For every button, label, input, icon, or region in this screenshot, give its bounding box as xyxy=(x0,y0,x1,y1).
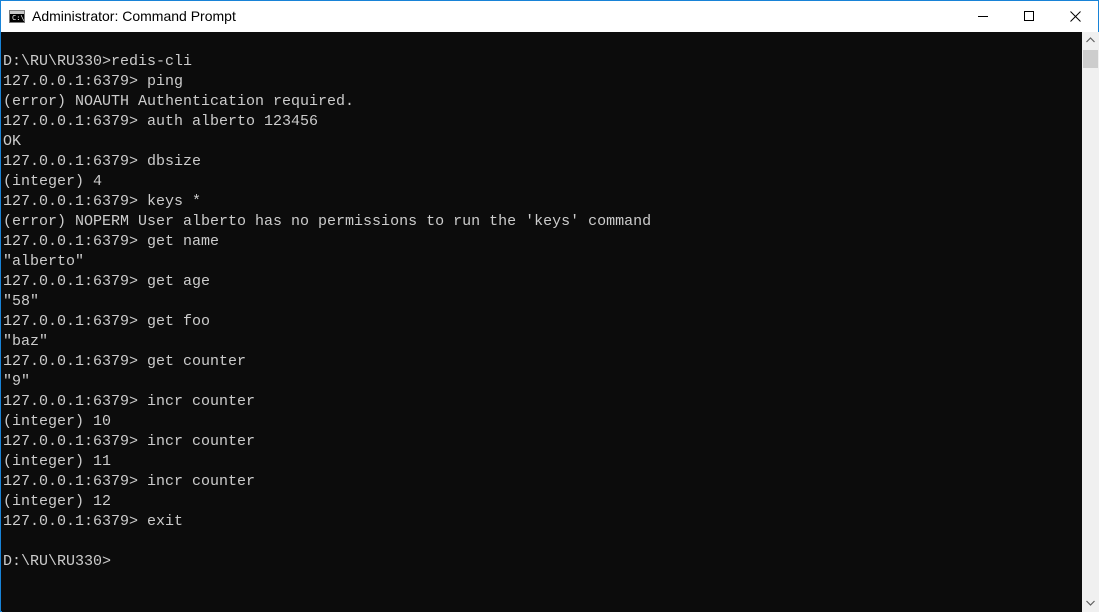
console-line: 127.0.0.1:6379> get name xyxy=(3,233,220,250)
console-line: D:\RU\RU330> xyxy=(3,553,112,570)
minimize-button[interactable] xyxy=(960,1,1006,32)
chevron-down-icon xyxy=(1086,600,1095,606)
console-line: 127.0.0.1:6379> ping xyxy=(3,73,184,90)
console-line: 127.0.0.1:6379> get counter xyxy=(3,353,247,370)
maximize-icon xyxy=(1024,11,1034,21)
console-line: 127.0.0.1:6379> incr counter xyxy=(3,393,256,410)
minimize-icon xyxy=(978,16,988,17)
chevron-up-icon xyxy=(1086,37,1095,43)
console-line: 127.0.0.1:6379> auth alberto 123456 xyxy=(3,113,319,130)
console-line: D:\RU\RU330>redis-cli xyxy=(3,53,193,70)
vertical-scrollbar[interactable] xyxy=(1082,32,1099,612)
console-line: (error) NOPERM User alberto has no permi… xyxy=(3,213,652,230)
console-output[interactable]: D:\RU\RU330>redis-cli 127.0.0.1:6379> pin… xyxy=(2,32,1082,612)
console-line: 127.0.0.1:6379> incr counter xyxy=(3,473,256,490)
cmd-icon[interactable]: C:\. xyxy=(9,10,29,23)
maximize-button[interactable] xyxy=(1006,1,1052,32)
window-title: Administrator: Command Prompt xyxy=(32,8,236,24)
console-line: "9" xyxy=(3,373,31,390)
console-line: 127.0.0.1:6379> keys * xyxy=(3,193,202,210)
scroll-thumb[interactable] xyxy=(1083,50,1098,68)
console-line: 127.0.0.1:6379> incr counter xyxy=(3,433,256,450)
console-line: (integer) 11 xyxy=(3,453,112,470)
console-line: "alberto" xyxy=(3,253,85,270)
console-line: (error) NOAUTH Authentication required. xyxy=(3,93,355,110)
console-line: "58" xyxy=(3,293,40,310)
console-line: 127.0.0.1:6379> get foo xyxy=(3,313,211,330)
console-lines: D:\RU\RU330>redis-cli 127.0.0.1:6379> pin… xyxy=(3,52,651,572)
scroll-down-button[interactable] xyxy=(1082,595,1099,612)
console-line: 127.0.0.1:6379> get age xyxy=(3,273,211,290)
title-bar[interactable]: C:\. Administrator: Command Prompt xyxy=(1,1,1098,32)
console-line: OK xyxy=(3,133,22,150)
console-line: (integer) 12 xyxy=(3,493,112,510)
console-line: 127.0.0.1:6379> dbsize xyxy=(3,153,202,170)
close-icon xyxy=(1070,11,1081,22)
console-line: (integer) 4 xyxy=(3,173,103,190)
close-button[interactable] xyxy=(1052,1,1098,32)
command-prompt-window: C:\. Administrator: Command Prompt D:\RU… xyxy=(0,0,1099,612)
console-line: "baz" xyxy=(3,333,49,350)
console-line: (integer) 10 xyxy=(3,413,112,430)
console-line: 127.0.0.1:6379> exit xyxy=(3,513,184,530)
scroll-up-button[interactable] xyxy=(1082,32,1099,49)
cmd-icon-glyph: C:\. xyxy=(12,14,29,22)
